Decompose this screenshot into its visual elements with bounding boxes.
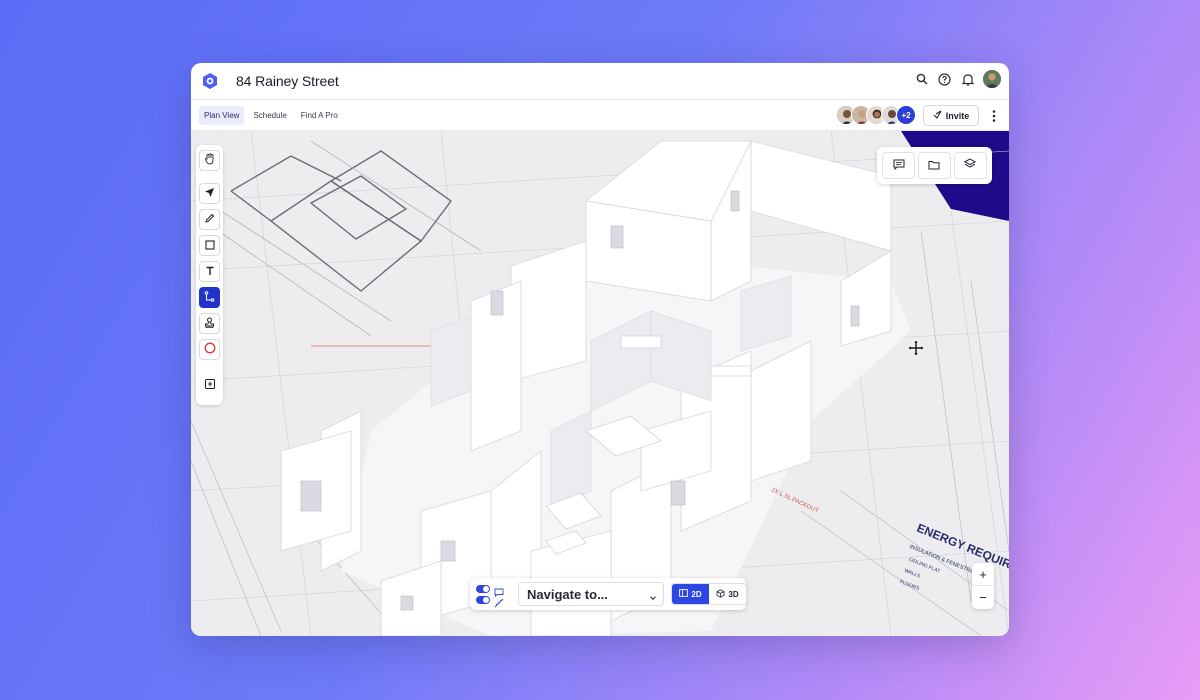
bell-icon[interactable] [960,72,975,87]
packout-label: 2X L.SL PACKOUT [770,487,819,514]
folder-icon [928,157,940,175]
sub-toolbar: Plan View Schedule Find A Pro +2 Invite [191,100,1009,131]
pointer-icon [204,185,215,203]
rectangle-icon [204,237,215,255]
pencil-tool-button[interactable] [199,209,220,230]
stamp-tool-button[interactable] [199,313,220,334]
navigate-to-label: Navigate to... [527,586,608,602]
zoom-in-button[interactable]: + [972,563,994,586]
chevron-down-icon [649,590,657,605]
comments-panel-button[interactable] [882,152,916,179]
floors-label: FLOORS [899,579,921,593]
collaborator-avatars[interactable]: +2 [836,105,916,125]
tab-find-a-pro[interactable]: Find A Pro [296,106,343,125]
more-collaborators-badge[interactable]: +2 [896,105,916,125]
help-icon[interactable] [937,72,952,87]
zoom-controls: + − [972,563,994,609]
cube-icon [716,588,725,600]
bottom-navigator: Navigate to... 2D 3D [470,578,747,610]
comment-icon [893,157,905,175]
invite-button[interactable]: Invite [923,105,979,126]
project-title: 84 Rainey Street [236,73,339,89]
move-icon [907,339,925,362]
rectangle-tool-button[interactable] [199,235,220,256]
visibility-toggles [476,583,504,608]
model-canvas[interactable]: ENERGY REQUIR INSULATION & FENESTRATION … [191,131,1009,636]
app-window: 84 Rainey Street Plan View Schedule Find… [191,63,1009,636]
walls-label: WALLS [903,568,921,580]
toggle-measurements[interactable] [476,596,490,604]
logo-icon[interactable] [201,72,219,90]
view-3d-button[interactable]: 3D [709,584,746,604]
hand-icon [204,152,216,170]
view-mode-toggle: 2D 3D [671,583,747,605]
text-tool-button[interactable] [199,261,220,282]
stamp-icon [204,315,215,333]
panel-toggle-group [877,147,992,184]
pointer-tool-button[interactable] [199,183,220,204]
add-note-icon [204,377,216,395]
3d-floor-plan-view: ENERGY REQUIR INSULATION & FENESTRATION … [191,131,1009,636]
toggle-comments[interactable] [476,585,490,593]
more-options-icon[interactable] [989,109,999,123]
path-tool-button[interactable] [199,287,220,308]
user-avatar[interactable] [983,70,1001,88]
view-tabs: Plan View Schedule Find A Pro [199,106,343,125]
zoom-out-button[interactable]: − [972,586,994,609]
files-panel-button[interactable] [917,152,951,179]
invite-label: Invite [945,110,970,121]
ruler-icon [494,595,504,613]
view-3d-label: 3D [728,589,739,599]
hand-tool-button[interactable] [199,150,220,171]
invite-icon [933,110,942,121]
plan-2d-icon [679,589,689,599]
path-icon [204,289,215,307]
circle-tool-button[interactable] [199,339,220,360]
navigate-to-select[interactable]: Navigate to... [518,582,664,606]
2d-plan-drawing [230,150,452,292]
header-actions [914,70,1001,88]
view-2d-button[interactable]: 2D [672,584,709,604]
view-2d-label: 2D [691,589,702,599]
tab-schedule[interactable]: Schedule [248,106,291,125]
text-icon [205,263,215,281]
drawing-toolbar [196,145,223,405]
add-note-button[interactable] [199,375,220,396]
tab-plan-view[interactable]: Plan View [199,106,245,125]
pencil-icon [204,211,215,229]
top-header: 84 Rainey Street [191,63,1009,100]
layers-icon [964,157,977,175]
search-icon[interactable] [914,72,929,87]
circle-icon [204,341,216,359]
layers-panel-button[interactable] [953,152,987,179]
